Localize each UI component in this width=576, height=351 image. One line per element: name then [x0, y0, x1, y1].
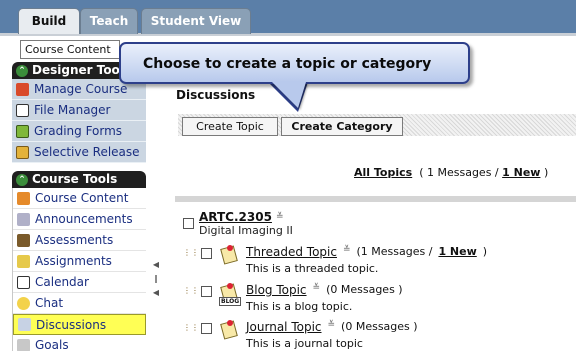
topic-checkbox[interactable] [201, 286, 212, 297]
sidebar-item-label: Grading Forms [34, 124, 123, 138]
sidebar-item-label: Assignments [35, 254, 112, 268]
topic-link[interactable]: Blog Topic [246, 283, 307, 297]
course-select[interactable]: Course Content [20, 40, 120, 59]
topic-count: (1 Messages / [356, 245, 433, 258]
file-manager-icon [16, 103, 29, 117]
action-menu-icon[interactable]: ≚ [313, 283, 321, 297]
topic-row: ⋮⋮ Journal Topic ≚ (0 Messages ) This is… [183, 320, 418, 350]
action-menu-icon[interactable]: ≚ [343, 245, 351, 259]
chevron-left-icon: ◀ [152, 260, 160, 269]
collapse-circle-icon: ⌃ [16, 173, 28, 186]
all-topics-count: ( 1 Messages / [419, 166, 499, 179]
drag-handle-icon[interactable]: ⋮⋮ [183, 320, 199, 334]
course-tools-header[interactable]: ⌃ Course Tools [12, 171, 146, 188]
designer-tools-list: Manage Course File Manager Grading Forms… [12, 79, 146, 163]
calendar-icon [17, 275, 30, 289]
assessments-icon [17, 233, 30, 247]
callout-box: Choose to create a topic or category [119, 42, 470, 84]
sidebar-item-label: Calendar [35, 275, 89, 289]
sidebar-item-label: Manage Course [34, 82, 128, 96]
sidebar-item-label: Goals [35, 338, 69, 351]
manage-course-icon [16, 82, 29, 96]
topic-description: This is a blog topic. [246, 300, 353, 313]
topic-checkbox[interactable] [201, 323, 212, 334]
sidebar-item-grading-forms[interactable]: Grading Forms [12, 121, 146, 142]
grading-forms-icon [16, 124, 29, 138]
course-tools-list: Course Content Announcements Assessments… [12, 188, 146, 351]
sidebar-item-file-manager[interactable]: File Manager [12, 100, 146, 121]
journal-topic-icon [218, 320, 240, 342]
topic-count-close: ) [482, 245, 488, 258]
sidebar-item-assessments[interactable]: Assessments [13, 230, 146, 251]
assignments-icon [17, 254, 30, 268]
topic-row: ⋮⋮ Threaded Topic ≚ (1 Messages / 1 New … [183, 245, 487, 275]
callout-tail [272, 82, 306, 108]
sidebar-item-label: Assessments [35, 233, 114, 247]
blog-topic-icon: BLOG [218, 283, 242, 306]
threaded-topic-icon [218, 245, 240, 267]
tab-build[interactable]: Build [18, 8, 80, 34]
divider [175, 196, 576, 202]
announcements-icon [17, 212, 30, 226]
action-menu-icon[interactable]: ≚ [328, 320, 336, 334]
drag-handle-icon[interactable]: ⋮⋮ [183, 245, 199, 259]
chat-icon [17, 296, 30, 310]
topic-checkbox[interactable] [201, 248, 212, 259]
tab-student-view[interactable]: Student View [141, 8, 251, 34]
sidebar-item-calendar[interactable]: Calendar [13, 272, 146, 293]
topic-new-link[interactable]: 1 New [438, 245, 476, 259]
all-topics-close: ) [543, 166, 549, 179]
category-row: ARTC.2305 ≚ Digital Imaging II [183, 210, 293, 237]
topic-description: This is a threaded topic. [246, 262, 379, 275]
selective-release-icon [16, 145, 29, 159]
all-topics-link[interactable]: All Topics [354, 166, 412, 179]
sidebar-item-chat[interactable]: Chat [13, 293, 146, 314]
discussions-icon [18, 318, 31, 331]
topic-count: (0 Messages ) [326, 283, 403, 296]
sidebar-item-label: Discussions [36, 317, 107, 332]
create-topic-button[interactable]: Create Topic [182, 117, 278, 136]
tab-bar: Build Teach Student View [0, 0, 576, 36]
collapse-circle-icon: ⌃ [16, 64, 28, 77]
sidebar: ⌃ Designer Tools Manage Course File Mana… [12, 62, 146, 351]
sidebar-item-selective-release[interactable]: Selective Release [12, 142, 146, 163]
sidebar-item-goals[interactable]: Goals [13, 335, 146, 351]
designer-tools-title: Designer Tools [32, 63, 132, 77]
sidebar-item-label: Selective Release [34, 145, 140, 159]
sidebar-item-announcements[interactable]: Announcements [13, 209, 146, 230]
category-subtitle: Digital Imaging II [199, 224, 293, 237]
goals-icon [17, 338, 30, 351]
sidebar-item-label: Chat [35, 296, 64, 310]
topic-row: ⋮⋮ BLOG Blog Topic ≚ (0 Messages ) This … [183, 283, 403, 313]
create-category-button[interactable]: Create Category [281, 117, 403, 136]
sidebar-collapse-handle[interactable]: ◀ ‖ ◀ [150, 258, 162, 308]
sidebar-item-assignments[interactable]: Assignments [13, 251, 146, 272]
all-topics-summary: All Topics ( 1 Messages / 1 New ) [354, 166, 548, 179]
blog-badge: BLOG [219, 297, 242, 306]
topic-count: (0 Messages ) [341, 320, 418, 333]
course-tools-title: Course Tools [32, 172, 118, 186]
topic-description: This is a journal topic [246, 337, 363, 350]
page-title: Discussions [176, 88, 256, 102]
sidebar-item-label: Announcements [35, 212, 133, 226]
course-content-icon [17, 191, 30, 205]
sidebar-item-label: File Manager [34, 103, 111, 117]
sidebar-item-discussions[interactable]: Discussions [13, 314, 146, 335]
category-checkbox[interactable] [183, 218, 194, 229]
action-menu-icon[interactable]: ≚ [276, 212, 284, 222]
tab-teach[interactable]: Teach [80, 8, 138, 34]
sidebar-item-course-content[interactable]: Course Content [13, 188, 146, 209]
all-topics-new-link[interactable]: 1 New [502, 166, 540, 179]
drag-handle-icon[interactable]: ⋮⋮ [183, 283, 199, 297]
topic-link[interactable]: Journal Topic [246, 320, 322, 334]
sidebar-item-label: Course Content [35, 191, 129, 205]
main-content: Discussions Create Topic Create Category… [170, 62, 576, 351]
sidebar-gap [12, 163, 146, 171]
grip-icon: ‖ [154, 274, 158, 283]
category-link[interactable]: ARTC.2305 [199, 210, 272, 224]
chevron-left-icon: ◀ [152, 288, 160, 297]
callout-text: Choose to create a topic or category [143, 56, 432, 72]
topic-link[interactable]: Threaded Topic [246, 245, 337, 259]
